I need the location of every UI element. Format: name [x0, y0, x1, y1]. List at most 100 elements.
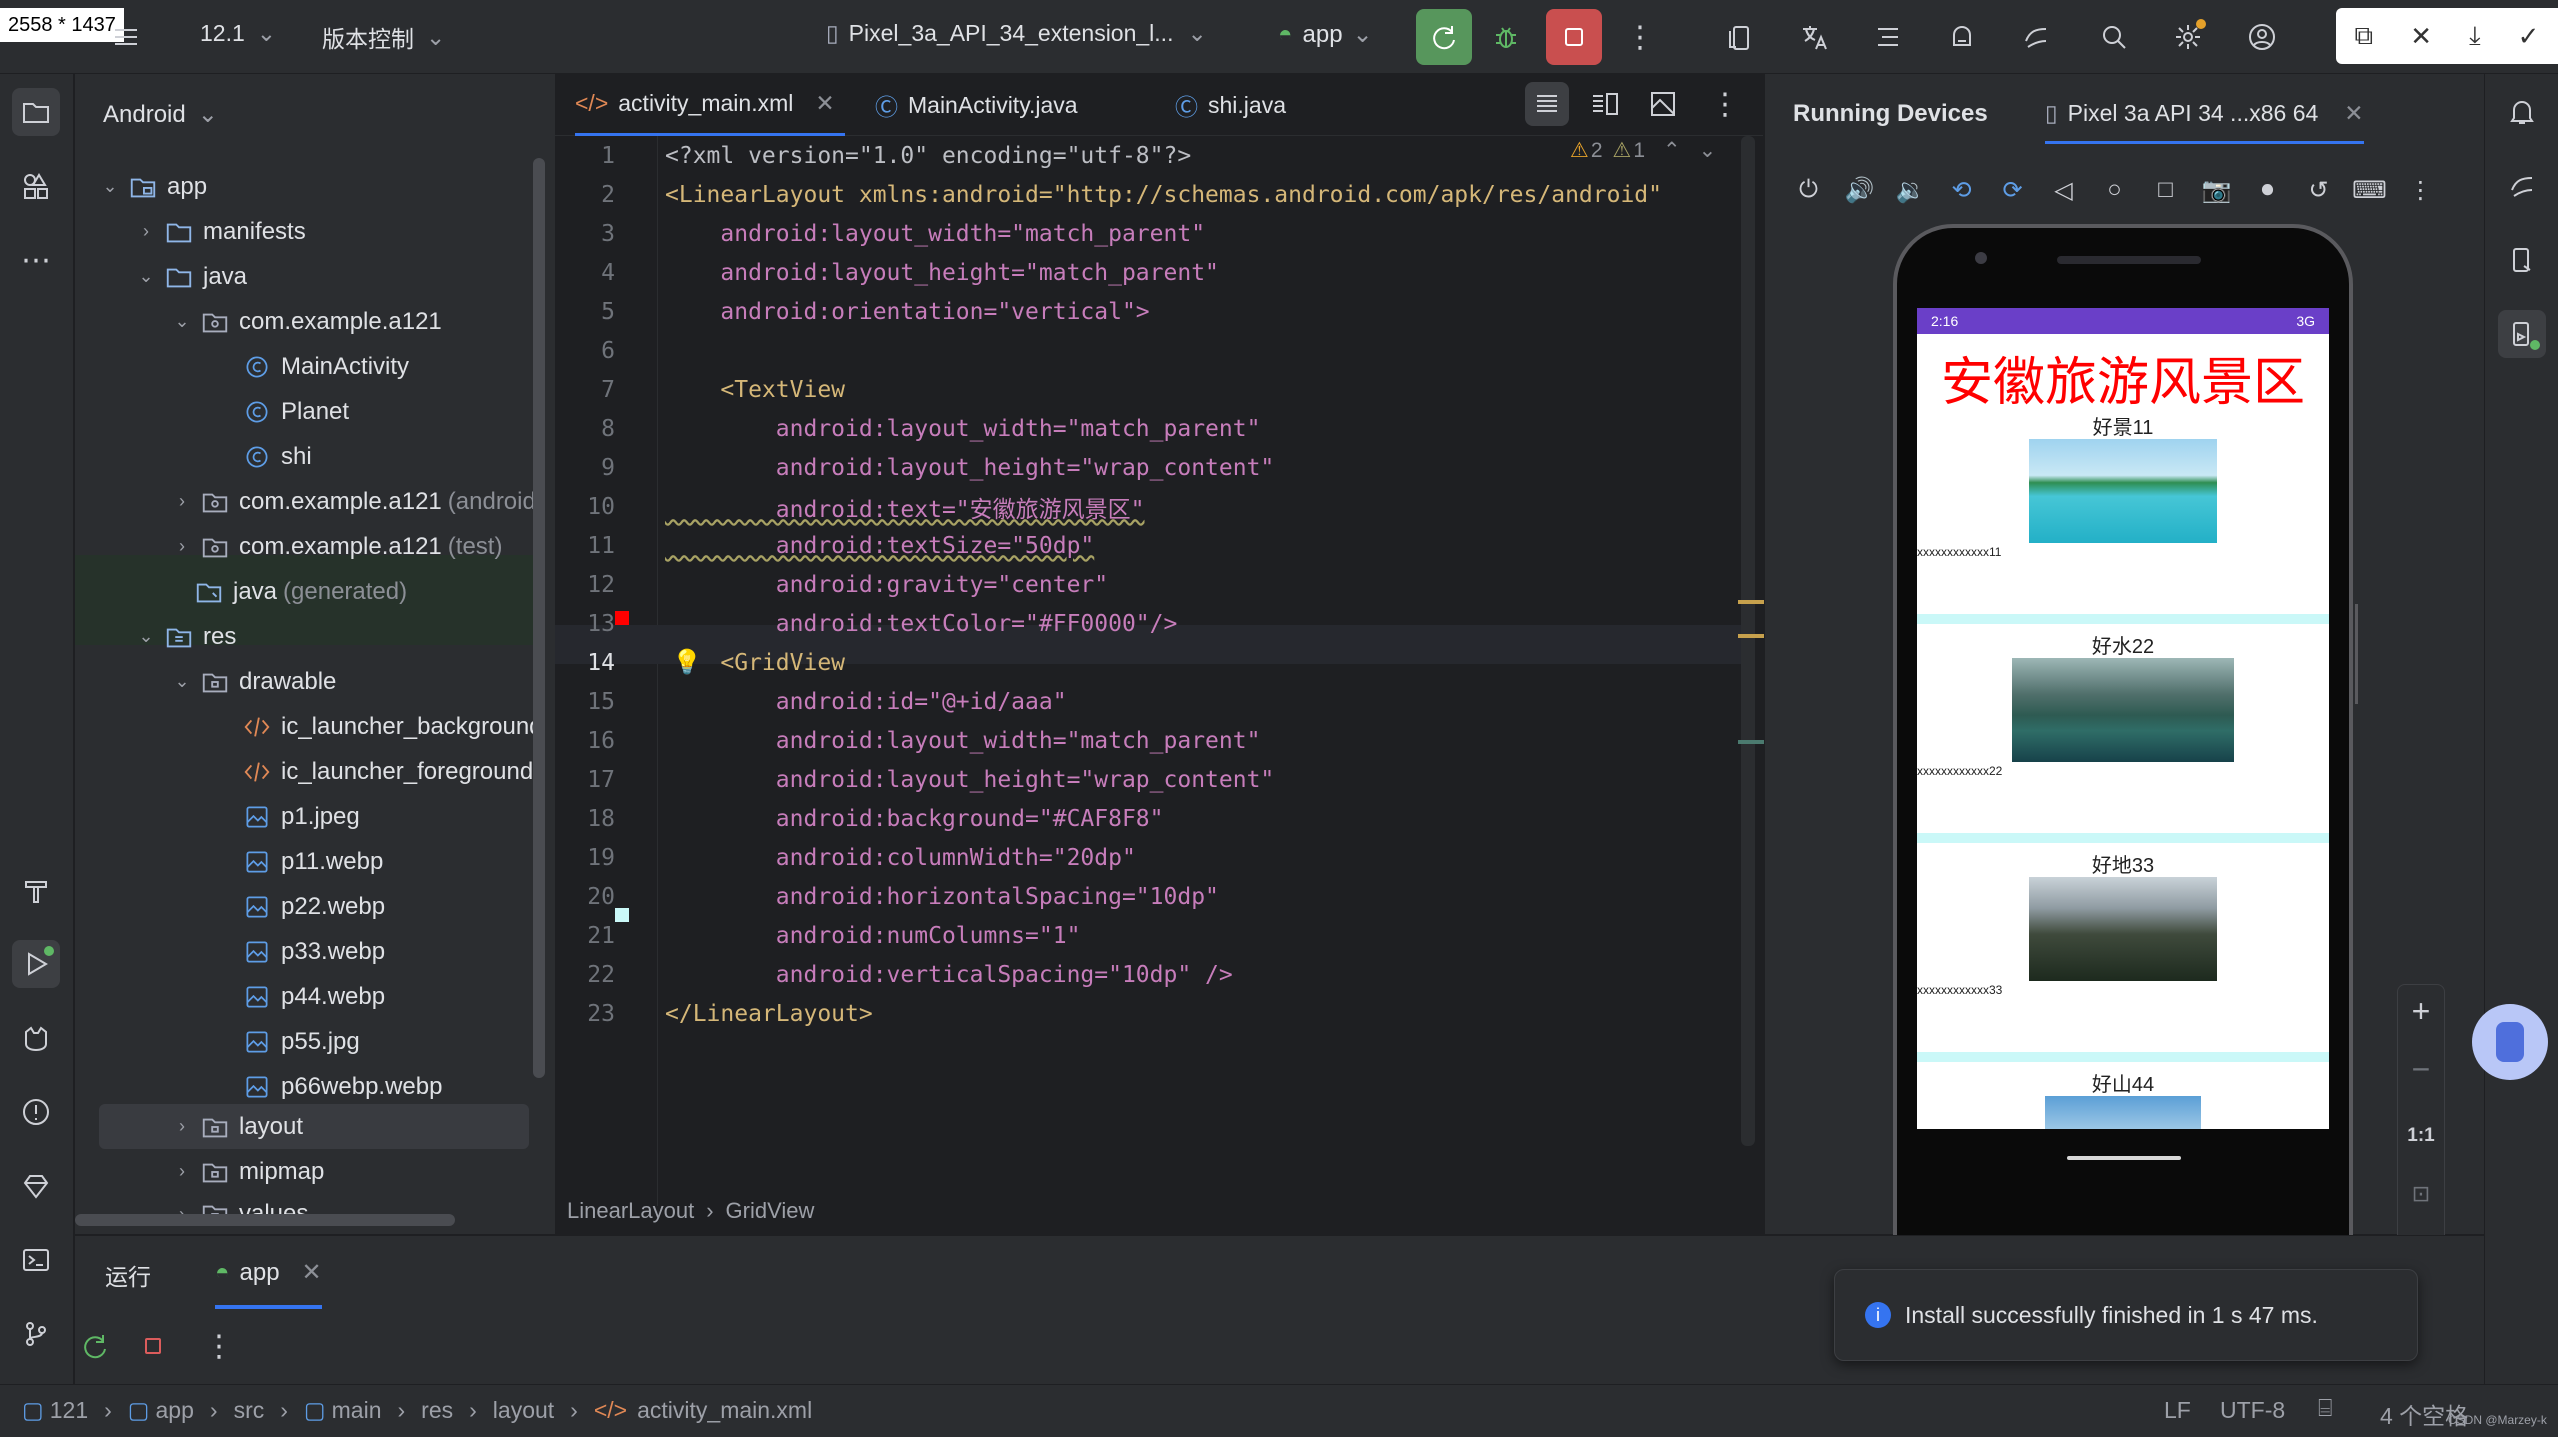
main-menu-icon[interactable]: [102, 13, 150, 61]
run-more-icon[interactable]: ⋮: [195, 1322, 243, 1370]
grid-item[interactable]: 好水22 xxxxxxxxxxxx22: [1917, 624, 2329, 833]
tree-item-planet[interactable]: Planet: [239, 389, 349, 434]
run-tool-icon[interactable]: [12, 940, 60, 988]
app-quality-icon[interactable]: [12, 1162, 60, 1210]
tree-item-app[interactable]: ⌄ app: [95, 164, 207, 209]
close-tab-icon[interactable]: ✕: [2344, 100, 2363, 127]
run-tab-app[interactable]: ◓ app ✕: [215, 1258, 322, 1309]
grid-item[interactable]: 好地33 xxxxxxxxxxxx33: [1917, 843, 2329, 1052]
editor-scrollbar[interactable]: [1741, 136, 1755, 1146]
install-notification[interactable]: i Install successfully finished in 1 s 4…: [1834, 1269, 2418, 1361]
restore-icon[interactable]: ⧉: [2355, 20, 2374, 52]
split-view-icon[interactable]: [1583, 82, 1627, 126]
git-icon[interactable]: [12, 1310, 60, 1358]
tree-item-p33[interactable]: p33.webp: [239, 929, 385, 974]
rerun-icon[interactable]: [71, 1322, 119, 1370]
tree-item-java[interactable]: ⌄ java: [131, 254, 247, 299]
tree-item-p22[interactable]: p22.webp: [239, 884, 385, 929]
tree-item-package-androidtest[interactable]: ›com.example.a121(androidTe: [167, 479, 535, 524]
gradle-sync-icon[interactable]: [1938, 13, 1986, 61]
editor-more-icon[interactable]: ⋮: [1705, 82, 1745, 126]
line-separator[interactable]: LF: [2164, 1397, 2191, 1424]
tree-item-mainactivity[interactable]: MainActivity: [239, 344, 409, 389]
close-icon[interactable]: ✕: [2410, 21, 2432, 52]
prev-highlight-icon[interactable]: ⌃: [1663, 138, 1681, 163]
close-tab-icon[interactable]: ✕: [302, 1258, 322, 1287]
tree-item-package[interactable]: ⌄ com.example.a121: [167, 299, 441, 344]
zoom-fit-icon[interactable]: ⊡: [2398, 1181, 2444, 1207]
gemini-icon[interactable]: [2012, 13, 2060, 61]
translate-icon[interactable]: [1790, 13, 1838, 61]
color-swatch-cyan[interactable]: [615, 908, 629, 922]
path-item[interactable]: res: [421, 1397, 453, 1424]
phone-screen[interactable]: 2:16 3G 安徽旅游风景区 好景11 xxxxxxxxxxxx11 好水22…: [1917, 308, 2329, 1129]
tree-item-layout-row[interactable]: › layout: [167, 1104, 303, 1149]
tree-item-shi[interactable]: shi: [239, 434, 312, 479]
volume-down-icon[interactable]: 🔉: [1885, 166, 1936, 214]
tree-item-p55[interactable]: p55.jpg: [239, 1019, 360, 1064]
overview-icon[interactable]: □: [2140, 166, 2191, 214]
device-explorer-icon[interactable]: [2498, 236, 2546, 284]
tab-activity-main-xml[interactable]: </> activity_main.xml ✕: [575, 74, 845, 136]
screen-record-icon[interactable]: ⏺: [2242, 166, 2293, 214]
next-highlight-icon[interactable]: ⌄: [1699, 138, 1717, 163]
tree-item-ic-launcher-background[interactable]: ic_launcher_background.x: [239, 704, 535, 749]
project-view-selector[interactable]: Android ⌄: [103, 100, 218, 129]
grid-item[interactable]: 好景11 xxxxxxxxxxxx11: [1917, 405, 2329, 614]
tree-item-drawable[interactable]: ⌄ drawable: [167, 659, 336, 704]
logcat-icon[interactable]: [12, 1014, 60, 1062]
code-area[interactable]: ⚠ 2 ⚠ 1 ⌃ ⌄ 1 <?xml version="1.0" encoding=…: [555, 136, 1764, 1206]
tree-item-manifests[interactable]: › manifests: [131, 209, 306, 254]
more-actions-icon[interactable]: ⋮: [1616, 13, 1664, 61]
notifications-icon[interactable]: [2498, 88, 2546, 136]
tree-item-p1[interactable]: p1.jpeg: [239, 794, 360, 839]
gemini-side-icon[interactable]: [2498, 162, 2546, 210]
design-view-icon[interactable]: [1641, 82, 1685, 126]
vcs-menu[interactable]: 版本控制 ⌄: [322, 20, 445, 54]
power-icon[interactable]: ⏻: [1783, 166, 1834, 214]
inspection-widget[interactable]: ⚠ 2 ⚠ 1 ⌃ ⌄: [1570, 138, 1716, 163]
device-more-icon[interactable]: ⋮: [2395, 166, 2446, 214]
lightbulb-icon[interactable]: 💡: [672, 648, 702, 677]
terminal-icon[interactable]: [12, 1236, 60, 1284]
rerun-button[interactable]: [1416, 9, 1472, 65]
account-icon[interactable]: [2238, 13, 2286, 61]
path-item[interactable]: main: [332, 1397, 382, 1424]
run-config-selector[interactable]: ◓ app ⌄: [1278, 20, 1373, 49]
tree-item-ic-launcher-foreground[interactable]: ic_launcher_foreground.xn: [239, 749, 535, 794]
tree-item-p11[interactable]: p11.webp: [239, 839, 383, 884]
file-encoding[interactable]: UTF-8: [2220, 1397, 2285, 1424]
search-icon[interactable]: [2090, 13, 2138, 61]
path-item[interactable]: src: [234, 1397, 265, 1424]
color-swatch-red[interactable]: [615, 611, 629, 625]
code-view-icon[interactable]: [1525, 82, 1569, 126]
download-icon[interactable]: ⤓: [2469, 20, 2481, 52]
screenshot-icon[interactable]: 📷: [2191, 166, 2242, 214]
rotate-right-icon[interactable]: ⟳: [1987, 166, 2038, 214]
path-item[interactable]: activity_main.xml: [637, 1397, 812, 1424]
snapshot-icon[interactable]: ↺: [2293, 166, 2344, 214]
device-selector[interactable]: ▯ Pixel_3a_API_34_extension_l... ⌄: [826, 20, 1207, 47]
problems-icon[interactable]: [12, 1088, 60, 1136]
tree-item-p44[interactable]: p44.webp: [239, 974, 385, 1019]
tab-shi-java[interactable]: Ⓒ shi.java: [1175, 74, 1286, 136]
breadcrumb-item[interactable]: GridView: [726, 1198, 815, 1224]
structure-icon[interactable]: [1864, 13, 1912, 61]
tree-item-package-test[interactable]: › com.example.a121 (test): [167, 524, 502, 569]
project-tool-icon[interactable]: [12, 88, 60, 136]
grid-item[interactable]: 好山44: [1917, 1062, 2329, 1129]
resource-manager-icon[interactable]: [12, 162, 60, 210]
zoom-in-icon[interactable]: +: [2398, 993, 2444, 1030]
debug-icon[interactable]: [1482, 13, 1530, 61]
tree-item-java-generated[interactable]: java (generated): [161, 569, 407, 614]
close-tab-icon[interactable]: ✕: [815, 90, 834, 117]
project-hscrollbar[interactable]: [75, 1214, 455, 1226]
tree-item-res[interactable]: ⌄ res: [131, 614, 236, 659]
grid-view[interactable]: 好景11 xxxxxxxxxxxx11 好水22 xxxxxxxxxxxx22 …: [1917, 405, 2329, 1129]
zoom-out-icon[interactable]: −: [2398, 1051, 2444, 1088]
home-icon[interactable]: ○: [2089, 166, 2140, 214]
settings-icon[interactable]: [2164, 13, 2212, 61]
breadcrumb-item[interactable]: LinearLayout: [567, 1198, 694, 1224]
back-icon[interactable]: ◁: [2038, 166, 2089, 214]
build-icon[interactable]: [12, 866, 60, 914]
